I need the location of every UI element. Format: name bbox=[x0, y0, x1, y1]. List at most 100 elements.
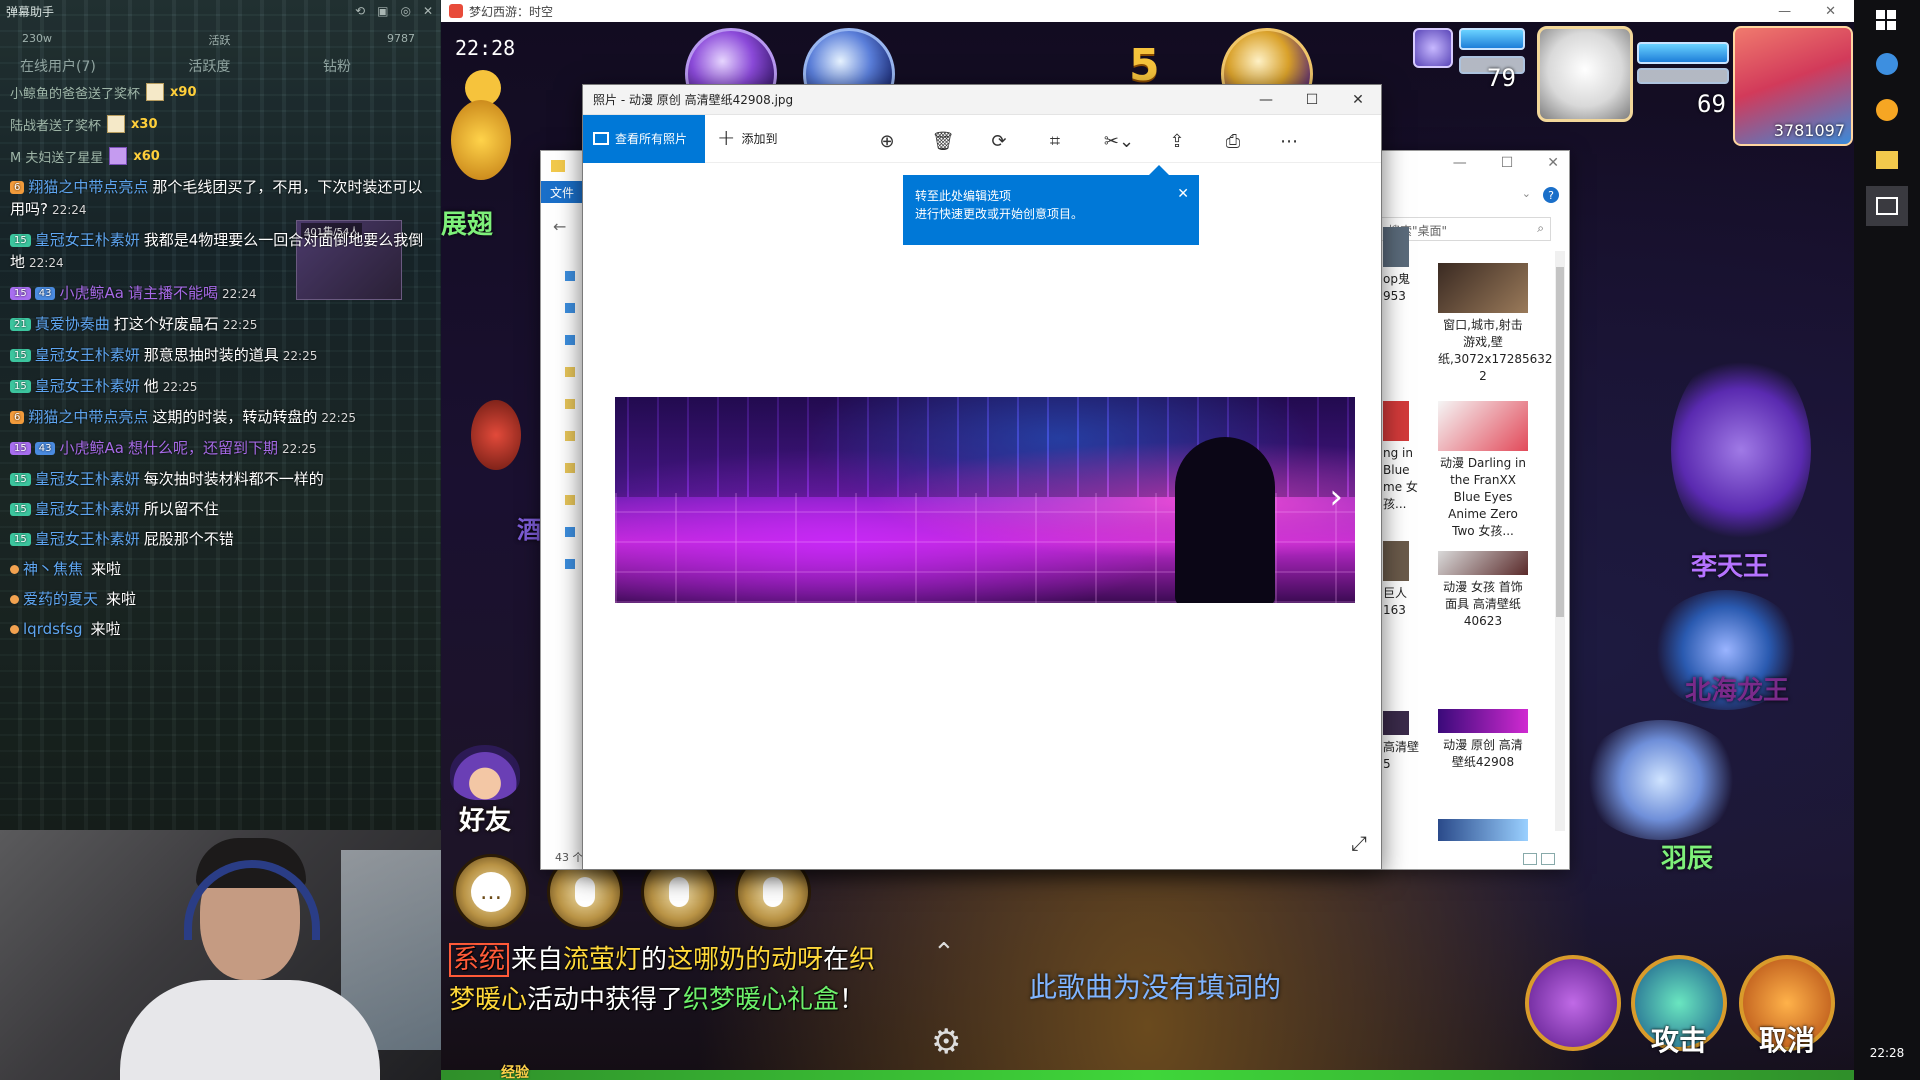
chevron-down-icon[interactable]: ⌄ bbox=[1522, 187, 1531, 200]
scrollbar-thumb[interactable] bbox=[1556, 267, 1564, 617]
taskbar-photos[interactable] bbox=[1866, 186, 1908, 226]
chat-username[interactable]: 翔猫之中带点亮点 bbox=[28, 408, 148, 426]
close-icon[interactable]: ✕ bbox=[1547, 155, 1559, 171]
windows-start-icon[interactable] bbox=[1876, 10, 1896, 30]
add-to-button[interactable]: + 添加到 bbox=[717, 126, 777, 151]
file-tile[interactable] bbox=[1438, 819, 1528, 845]
chat-ctrl-pin-icon[interactable]: ▣ bbox=[377, 4, 388, 18]
hero-id: 3781097 bbox=[1773, 121, 1845, 140]
ribbon-file-tab[interactable]: 文件 bbox=[541, 181, 583, 203]
chat-username[interactable]: 皇冠女王朴素妍 bbox=[35, 346, 140, 364]
fullscreen-icon[interactable]: ⤢ bbox=[1351, 831, 1367, 855]
more-icon[interactable]: ⋯ bbox=[1275, 127, 1303, 155]
taskbar-file-explorer[interactable] bbox=[1866, 140, 1908, 180]
trash-icon[interactable]: 🗑 bbox=[929, 127, 957, 155]
entry-username[interactable]: lqrdsfsg bbox=[23, 618, 83, 640]
file-tile-partial[interactable]: 巨人 163 bbox=[1383, 541, 1423, 619]
file-tile-partial[interactable]: op鬼 953 bbox=[1383, 227, 1423, 305]
chat-username[interactable]: 皇冠女王朴素妍 bbox=[35, 231, 140, 249]
file-tile[interactable]: 动漫 女孩 首饰 面具 高清壁纸 40623 bbox=[1438, 551, 1528, 630]
sys-msg-part: 织梦暖心礼盒 bbox=[683, 985, 840, 1015]
help-icon[interactable]: ? bbox=[1543, 187, 1559, 203]
fan-badge: 43 bbox=[34, 287, 56, 300]
chat-username[interactable]: 皇冠女王朴素妍 bbox=[35, 377, 140, 395]
chat-username[interactable]: 小虎鲸Aa bbox=[59, 284, 123, 302]
file-tile[interactable]: 动漫 原创 高清壁纸42908 bbox=[1438, 709, 1528, 771]
tab-online-users[interactable]: 在线用户(7) bbox=[20, 56, 96, 76]
file-tile-partial[interactable]: ng in Blue me 女孩... bbox=[1383, 401, 1423, 513]
tab-activity[interactable]: 活跃度 bbox=[188, 56, 230, 76]
friends-label: 好友 bbox=[458, 806, 511, 836]
folder-icon[interactable] bbox=[565, 495, 575, 505]
chat-username[interactable]: 小虎鲸Aa bbox=[59, 439, 123, 457]
game-titlebar: 梦幻西游：时空 — ✕ bbox=[441, 0, 1854, 22]
downloads-icon[interactable] bbox=[565, 335, 575, 345]
chat-username[interactable]: 皇冠女王朴素妍 bbox=[35, 470, 140, 488]
displayed-image[interactable]: › bbox=[615, 397, 1355, 603]
player-sprite-yuchen[interactable] bbox=[1581, 720, 1741, 840]
hero-portrait[interactable]: 3781097 bbox=[1733, 26, 1853, 146]
taskbar-clock[interactable]: 22:28 bbox=[1854, 1046, 1920, 1060]
view-all-photos-button[interactable]: 查看所有照片 bbox=[583, 114, 705, 163]
file-tile[interactable]: 动漫 Darling in the FranXX Blue Eyes Anime… bbox=[1438, 401, 1528, 540]
game-close-button[interactable]: ✕ bbox=[1825, 4, 1836, 19]
friends-button[interactable]: 好友 bbox=[447, 745, 523, 836]
next-image-icon[interactable]: › bbox=[1329, 477, 1343, 517]
chat-message: 15 皇冠女王朴素妍 我都是4物理要么一回合对面倒地要么我倒地 22:24 bbox=[10, 229, 431, 274]
file-thumbnail bbox=[1438, 819, 1528, 841]
chat-ctrl-refresh-icon[interactable]: ⟲ bbox=[355, 4, 365, 18]
network-icon[interactable] bbox=[565, 559, 575, 569]
pet-portrait[interactable] bbox=[1537, 26, 1633, 122]
game-minimize-button[interactable]: — bbox=[1778, 4, 1791, 19]
taskbar-app-icon[interactable] bbox=[1866, 44, 1908, 84]
zoom-in-icon[interactable]: ⊕ bbox=[873, 127, 901, 155]
maximize-icon[interactable]: ☐ bbox=[1501, 155, 1514, 171]
microphone-icon bbox=[669, 877, 689, 907]
taskbar-app-icon[interactable] bbox=[1866, 90, 1908, 130]
close-icon[interactable]: ✕ bbox=[1335, 92, 1381, 108]
this-pc-icon[interactable] bbox=[565, 527, 575, 537]
attack-button[interactable]: 攻击 bbox=[1631, 955, 1727, 1057]
chat-username[interactable]: 真爱协奏曲 bbox=[35, 315, 110, 333]
file-tile-partial[interactable]: 高清壁 5 bbox=[1383, 711, 1423, 773]
magic-button[interactable] bbox=[1525, 955, 1621, 1051]
explorer-scrollbar[interactable] bbox=[1555, 251, 1565, 831]
desktop-icon[interactable] bbox=[565, 303, 575, 313]
close-icon[interactable]: ✕ bbox=[1177, 185, 1189, 203]
folder-icon[interactable] bbox=[565, 367, 575, 377]
pet-skill-icon[interactable] bbox=[1413, 28, 1453, 68]
chat-bubble-button[interactable]: … bbox=[453, 854, 529, 930]
tab-diamond-fans[interactable]: 钻粉 bbox=[323, 56, 351, 76]
entry-username[interactable]: 爱药的夏天 bbox=[23, 588, 98, 610]
folder-icon[interactable] bbox=[565, 431, 575, 441]
folder-icon[interactable] bbox=[565, 399, 575, 409]
image-figure bbox=[1175, 437, 1275, 603]
folder-icon[interactable] bbox=[565, 463, 575, 473]
chat-username[interactable]: 皇冠女王朴素妍 bbox=[35, 530, 140, 548]
minimize-icon[interactable]: — bbox=[1453, 155, 1467, 171]
chat-username[interactable]: 皇冠女王朴素妍 bbox=[35, 500, 140, 518]
minimize-icon[interactable]: — bbox=[1243, 92, 1289, 108]
tiles-view-icon[interactable] bbox=[1541, 853, 1555, 865]
chat-ctrl-close-icon[interactable]: ✕ bbox=[423, 4, 433, 18]
gear-icon[interactable]: ⚙ bbox=[931, 1022, 961, 1062]
maximize-icon[interactable]: ☐ bbox=[1289, 92, 1335, 108]
quick-access-icon[interactable] bbox=[565, 271, 575, 281]
entry-username[interactable]: 神丶焦焦 bbox=[23, 558, 83, 580]
chat-ctrl-settings-icon[interactable]: ◎ bbox=[400, 4, 410, 18]
file-tile[interactable]: 窗口,城市,射击游戏,壁纸,3072x17285632 2 bbox=[1438, 263, 1553, 385]
edit-create-icon[interactable]: ✂⌄ bbox=[1097, 127, 1141, 155]
chevron-up-icon[interactable]: ⌃ bbox=[933, 938, 955, 968]
crop-icon[interactable]: ⌗ bbox=[1041, 127, 1069, 155]
rotate-icon[interactable]: ⟳ bbox=[985, 127, 1013, 155]
gift-text: 小鲸鱼的爸爸送了奖杯 bbox=[10, 86, 141, 102]
details-view-icon[interactable] bbox=[1523, 853, 1537, 865]
share-icon[interactable]: ⇪ bbox=[1163, 127, 1191, 155]
photos-app-window[interactable]: 照片 - 动漫 原创 高清壁纸42908.jpg — ☐ ✕ 查看所有照片 + … bbox=[582, 84, 1382, 870]
back-arrow-icon[interactable]: ← bbox=[553, 217, 566, 236]
print-icon[interactable]: ⎙ bbox=[1219, 127, 1247, 155]
file-name: 动漫 Darling in the FranXX Blue Eyes Anime… bbox=[1440, 456, 1526, 538]
cancel-button[interactable]: 取消 bbox=[1739, 955, 1835, 1057]
npc-sprite-li-tianwang[interactable] bbox=[1671, 350, 1811, 550]
chat-username[interactable]: 翔猫之中带点亮点 bbox=[28, 178, 148, 196]
